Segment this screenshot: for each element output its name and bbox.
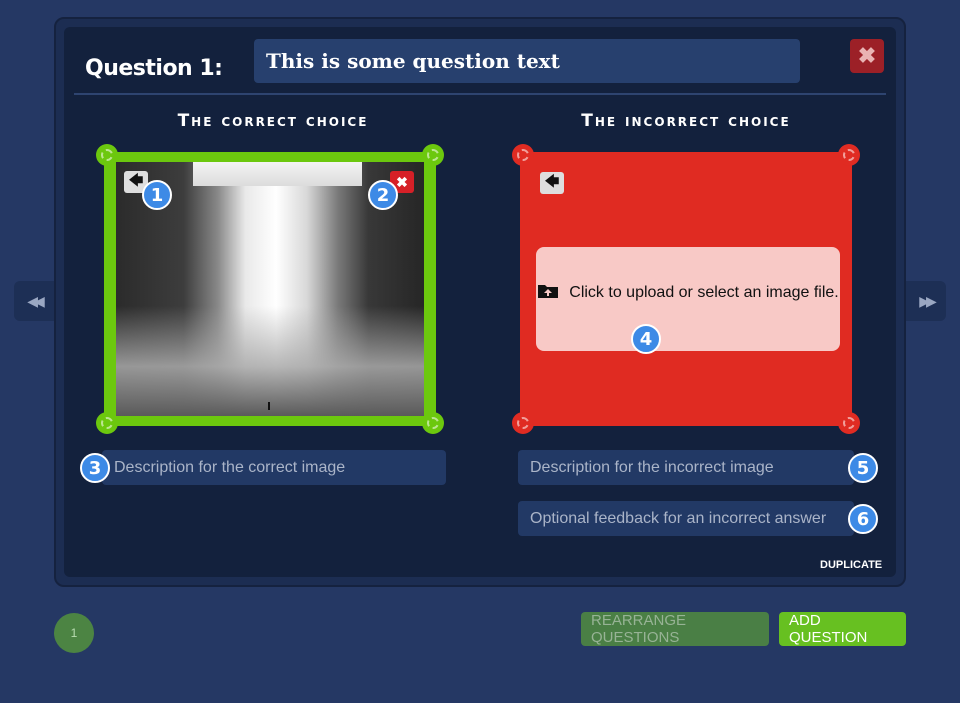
- frame-corner-ornament: [422, 144, 444, 166]
- incorrect-feedback-input[interactable]: Optional feedback for an incorrect answe…: [518, 501, 854, 536]
- upload-instructions: Click to upload or select an image file.: [569, 284, 839, 301]
- step-badge: 4: [631, 324, 661, 354]
- incorrect-choice-title: The incorrect choice: [581, 111, 791, 131]
- add-question-button[interactable]: ADD QUESTION: [779, 612, 906, 646]
- question-page-1[interactable]: 1: [54, 613, 94, 653]
- delete-question-button[interactable]: ✖: [850, 39, 884, 73]
- upload-dropzone[interactable]: Click to upload or select an image file.: [536, 247, 840, 351]
- folder-upload-icon: [537, 283, 559, 299]
- question-label: Question 1:: [85, 56, 223, 81]
- close-icon: ✖: [396, 173, 408, 190]
- incorrect-description-input[interactable]: Description for the incorrect image: [518, 450, 854, 485]
- step-badge: 2: [368, 180, 398, 210]
- arrow-left-icon: 🡄: [128, 172, 144, 188]
- frame-corner-ornament: [838, 412, 860, 434]
- frame-corner-ornament: [96, 144, 118, 166]
- question-card-body: Question 1: This is some question text ✖…: [64, 27, 896, 577]
- incorrect-image-frame: 🡄 Click to upload or select an image fil…: [512, 144, 860, 434]
- question-card: Question 1: This is some question text ✖…: [54, 17, 906, 587]
- double-chevron-left-icon: ◀◀: [27, 292, 44, 309]
- step-badge: 5: [848, 453, 878, 483]
- correct-choice-title: The correct choice: [177, 111, 369, 131]
- double-chevron-right-icon: ▶▶: [919, 292, 936, 309]
- step-badge: 6: [848, 504, 878, 534]
- frame-corner-ornament: [422, 412, 444, 434]
- frame-corner-ornament: [512, 412, 534, 434]
- arrow-left-icon: 🡄: [544, 173, 560, 189]
- frame-corner-ornament: [96, 412, 118, 434]
- step-badge: 3: [80, 453, 110, 483]
- frame-corner-ornament: [838, 144, 860, 166]
- question-text-input[interactable]: This is some question text: [254, 39, 800, 83]
- correct-description-input[interactable]: Description for the correct image: [102, 450, 446, 485]
- close-icon: ✖: [857, 43, 877, 68]
- frame-corner-ornament: [512, 144, 534, 166]
- duplicate-question-button[interactable]: DUPLICATE: [820, 559, 882, 571]
- step-badge: 1: [142, 180, 172, 210]
- divider: [74, 93, 886, 95]
- next-question-button[interactable]: ▶▶: [906, 281, 946, 321]
- back-button[interactable]: 🡄: [540, 172, 564, 194]
- correct-image-frame: 🡄 ✖ 1 2: [96, 144, 444, 434]
- previous-question-button[interactable]: ◀◀: [14, 281, 54, 321]
- rearrange-questions-button[interactable]: REARRANGE QUESTIONS: [581, 612, 769, 646]
